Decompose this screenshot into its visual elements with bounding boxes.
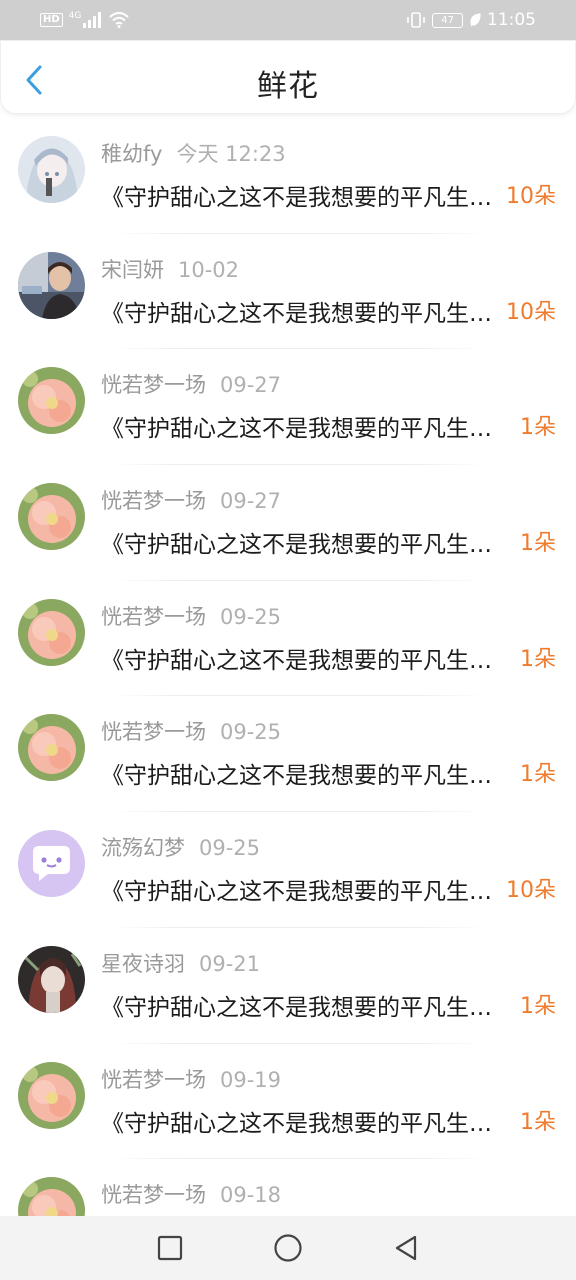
sent-date: 09-25	[220, 720, 282, 745]
book-title: 《守护甜心之这不是我想要的平凡生活》	[101, 763, 513, 790]
sent-date: 09-25	[199, 836, 261, 861]
hd-badge: HD	[40, 13, 63, 27]
book-title: 《守护甜心之这不是我想要的平凡生活》	[101, 300, 493, 327]
status-left: HD 4G	[40, 11, 130, 28]
sender-name: 恍若梦一场	[101, 1067, 206, 1092]
list-item[interactable]: 恍若梦一场 09-27 《守护甜心之这不是我想要的平凡生活》 1朵	[0, 465, 576, 581]
status-bar: HD 4G 47 11:05	[0, 0, 576, 40]
list-item[interactable]: 流殇幻梦 09-25 《守护甜心之这不是我想要的平凡生活》 10朵	[0, 812, 576, 928]
battery-indicator: 47	[432, 12, 463, 28]
flower-count: 1朵	[520, 646, 556, 672]
page-title: 鲜花	[257, 69, 319, 104]
list-item[interactable]: 稚幼fy 今天 12:23 《守护甜心之这不是我想要的平凡生活》 10朵	[0, 118, 576, 234]
app-header: 鲜花	[0, 40, 576, 114]
nav-back-button[interactable]	[391, 1233, 421, 1263]
sender-line: 稚幼fy 今天 12:23	[101, 138, 286, 168]
flower-list: 稚幼fy 今天 12:23 《守护甜心之这不是我想要的平凡生活》 10朵 宋闫妍 1…	[0, 118, 576, 1275]
home-button[interactable]	[273, 1233, 303, 1263]
flower-count: 10朵	[506, 878, 556, 904]
sender-name: 恍若梦一场	[101, 1183, 206, 1208]
leaf-icon	[470, 13, 481, 27]
flower-count: 10朵	[506, 299, 556, 325]
signal-icon	[83, 12, 102, 28]
sender-name: 恍若梦一场	[101, 720, 206, 745]
list-item[interactable]: 星夜诗羽 09-21 《守护甜心之这不是我想要的平凡生活》 1朵	[0, 928, 576, 1044]
avatar-flower[interactable]	[18, 483, 85, 551]
sent-date: 09-18	[220, 1183, 282, 1208]
list-item[interactable]: 恍若梦一场 09-25 《守护甜心之这不是我想要的平凡生活》 1朵	[0, 696, 576, 813]
sender-line: 恍若梦一场 09-27	[101, 369, 281, 399]
sender-line: 恍若梦一场 09-27	[101, 485, 281, 515]
sender-name: 恍若梦一场	[101, 373, 206, 398]
status-right: 47 11:05	[406, 10, 536, 30]
flower-count: 1朵	[520, 531, 556, 557]
wifi-icon	[109, 12, 130, 28]
sender-line: 恍若梦一场 09-19	[101, 1064, 281, 1094]
sender-name: 星夜诗羽	[101, 951, 185, 976]
flower-count: 10朵	[506, 184, 556, 209]
book-title: 《守护甜心之这不是我想要的平凡生活》	[101, 1110, 513, 1137]
book-title: 《守护甜心之这不是我想要的平凡生活》	[101, 532, 513, 559]
sent-date: 10-02	[178, 257, 240, 282]
sender-line: 星夜诗羽 09-21	[101, 948, 260, 978]
avatar-dark-anime[interactable]	[18, 945, 85, 1013]
avatar-flower[interactable]	[18, 367, 85, 435]
book-title: 《守护甜心之这不是我想要的平凡生活》	[101, 879, 493, 906]
sender-line: 恍若梦一场 09-25	[101, 716, 281, 746]
sender-line: 流殇幻梦 09-25	[101, 832, 260, 862]
sent-date: 09-25	[220, 604, 282, 629]
avatar-photo-person[interactable]	[18, 251, 85, 319]
sent-date: 09-27	[220, 489, 282, 514]
book-title: 《守护甜心之这不是我想要的平凡生活》	[101, 416, 513, 443]
list-item[interactable]: 恍若梦一场 09-19 《守护甜心之这不是我想要的平凡生活》 1朵	[0, 1044, 576, 1160]
sent-date: 今天 12:23	[176, 142, 286, 166]
sender-line: 宋闫妍 10-02	[101, 254, 239, 284]
home-icon	[274, 1234, 302, 1262]
sender-line: 恍若梦一场 09-25	[101, 601, 281, 631]
sender-line: 恍若梦一场 09-18	[101, 1179, 281, 1209]
list-item[interactable]: 恍若梦一场 09-25 《守护甜心之这不是我想要的平凡生活》 1朵	[0, 581, 576, 697]
avatar-flower[interactable]	[18, 1061, 85, 1129]
recent-apps-icon	[157, 1235, 183, 1261]
sender-name: 恍若梦一场	[101, 604, 206, 629]
sender-name: 恍若梦一场	[101, 489, 206, 514]
sender-name: 流殇幻梦	[101, 836, 185, 861]
recent-apps-button[interactable]	[155, 1233, 185, 1263]
avatar-anime-girl[interactable]	[18, 136, 85, 203]
sent-date: 09-27	[220, 373, 282, 398]
back-icon	[395, 1235, 417, 1261]
clock: 11:05	[487, 10, 536, 30]
flower-count: 1朵	[520, 1109, 556, 1135]
sent-date: 09-19	[220, 1067, 282, 1092]
sender-name: 宋闫妍	[101, 257, 164, 282]
avatar-flower[interactable]	[18, 598, 85, 666]
book-title: 《守护甜心之这不是我想要的平凡生活》	[101, 994, 513, 1021]
network-type: 4G	[68, 11, 82, 21]
avatar-chat-bubble[interactable]	[18, 830, 85, 898]
sent-date: 09-21	[199, 951, 261, 976]
list-item[interactable]: 宋闫妍 10-02 《守护甜心之这不是我想要的平凡生活》 10朵	[0, 234, 576, 350]
book-title: 《守护甜心之这不是我想要的平凡生活》	[101, 185, 493, 211]
flower-count: 1朵	[520, 415, 556, 441]
flower-count: 1朵	[520, 993, 556, 1019]
list-item[interactable]: 恍若梦一场 09-27 《守护甜心之这不是我想要的平凡生活》 1朵	[0, 349, 576, 466]
vibrate-icon	[407, 12, 426, 28]
system-nav-bar	[0, 1216, 576, 1280]
avatar-flower[interactable]	[18, 714, 85, 782]
sender-name: 稚幼fy	[101, 142, 163, 166]
flower-count: 1朵	[520, 762, 556, 788]
book-title: 《守护甜心之这不是我想要的平凡生活》	[101, 647, 513, 674]
